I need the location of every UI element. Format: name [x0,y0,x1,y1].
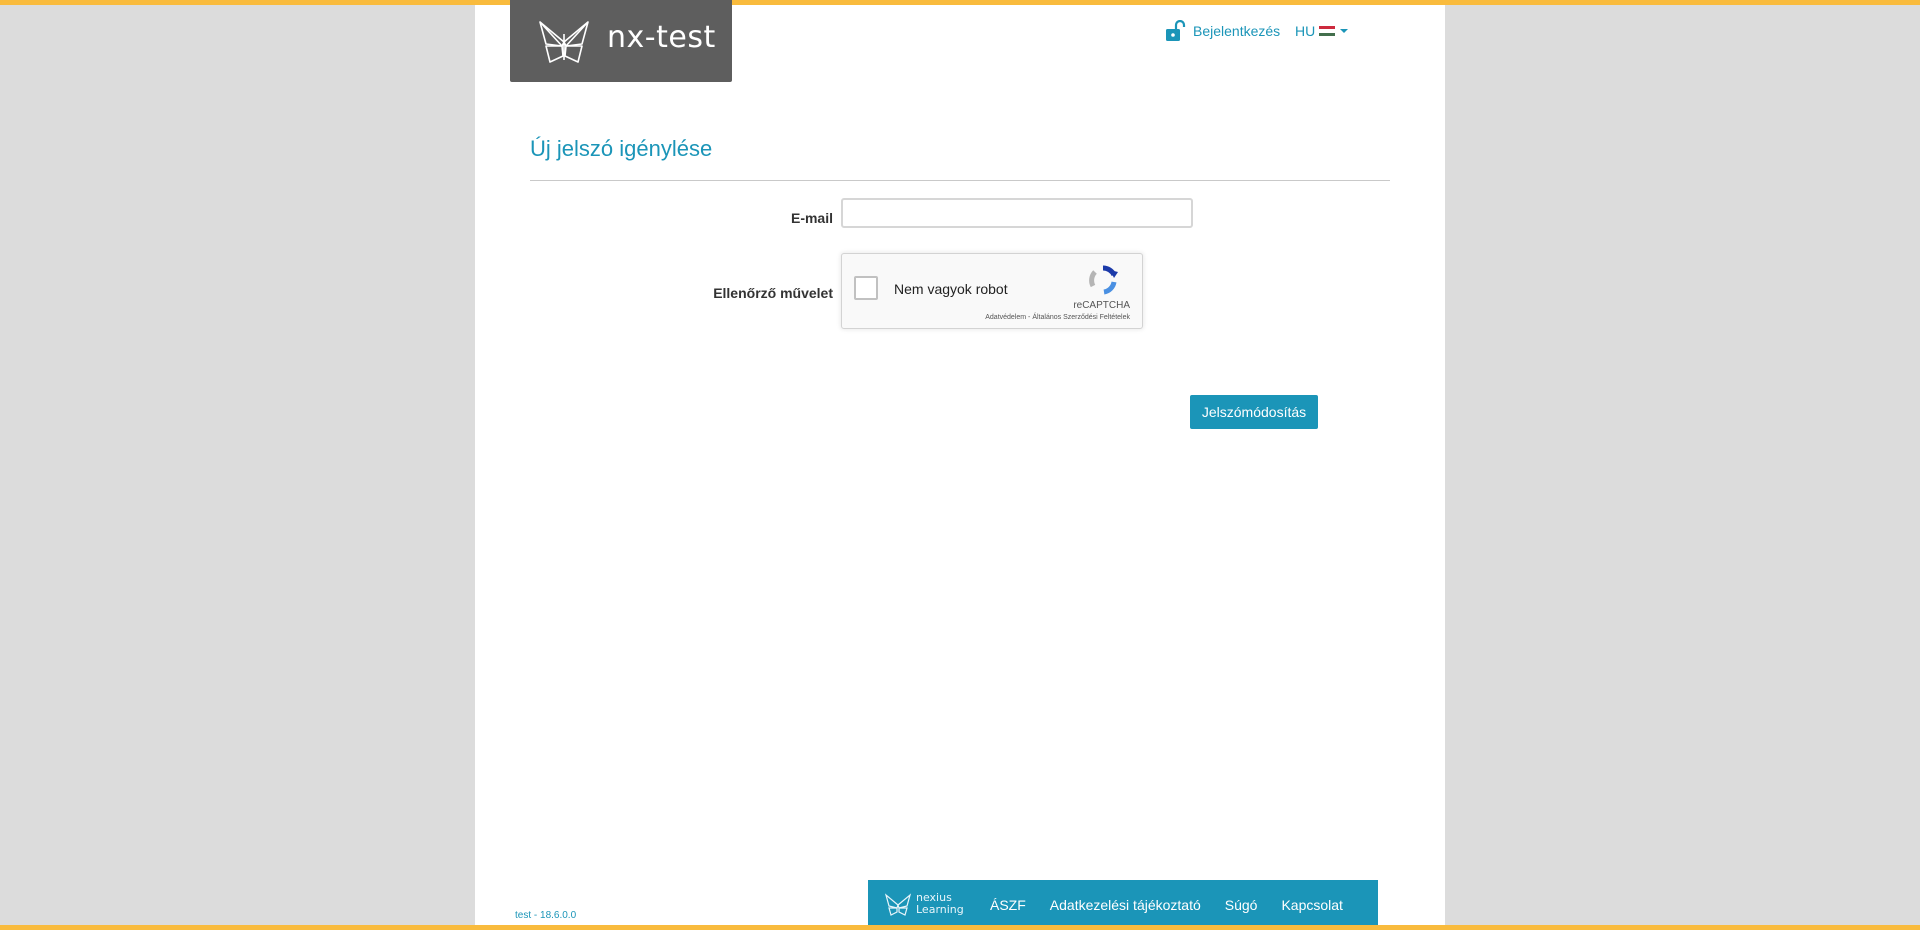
recaptcha-links[interactable]: Adatvédelem - Általános Szerződési Felté… [985,314,1130,321]
title-divider [530,180,1390,181]
unlock-icon [1166,20,1186,41]
recaptcha-checkbox-label: Nem vagyok robot [894,281,1008,297]
email-field[interactable] [841,198,1193,228]
recaptcha-widget: Nem vagyok robot reCAPTCHA Adatvédelem -… [841,253,1143,329]
email-label: E-mail [790,210,833,226]
change-password-button[interactable]: Jelszómódosítás [1190,395,1318,429]
nexius-wordmark: nexius Learning [916,892,964,916]
hungarian-flag-icon [1319,25,1336,37]
butterfly-logo-icon [539,21,589,63]
language-selector[interactable]: HU [1295,20,1349,42]
footer-link-contact[interactable]: Kapcsolat [1281,897,1342,913]
app-logo[interactable]: nx-test [510,0,732,82]
recaptcha-brand: reCAPTCHA [1073,300,1130,311]
captcha-label: Ellenőrző művelet [713,285,833,301]
nexius-wordmark-line2: Learning [916,903,964,916]
recaptcha-checkbox[interactable] [854,276,878,300]
version-label: test - 18.6.0.0 [515,910,577,921]
chevron-down-icon [1340,29,1349,33]
page-title: Új jelszó igénylése [530,136,713,161]
footer-link-help[interactable]: Súgó [1225,897,1258,913]
login-link[interactable]: Bejelentkezés [1165,20,1280,42]
bottom-accent-bar [0,925,1920,930]
footer-link-terms[interactable]: ÁSZF [990,897,1026,913]
butterfly-logo-icon [884,893,912,916]
footer-bar: nexius Learning ÁSZF Adatkezelési tájéko… [868,880,1378,930]
logo-text: nx-test [607,20,716,55]
page-container: nx-test Bejelentkezés HU Új jelszó igény… [475,0,1445,930]
recaptcha-icon [1089,265,1118,295]
login-label: Bejelentkezés [1193,23,1281,39]
language-code: HU [1295,23,1316,39]
footer-link-privacy[interactable]: Adatkezelési tájékoztató [1050,897,1201,913]
nexius-logo[interactable]: nexius Learning [884,890,966,920]
